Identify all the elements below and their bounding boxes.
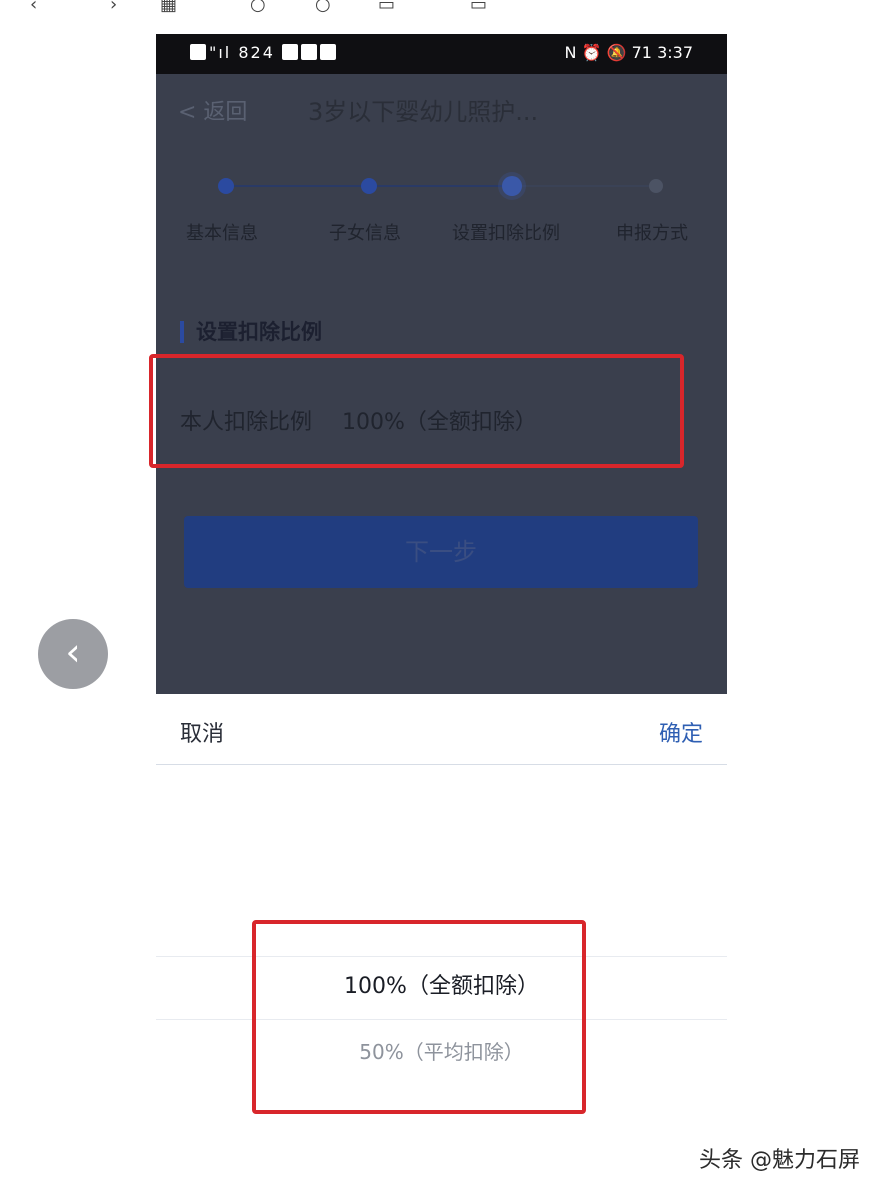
sheet-divider [156,764,727,765]
step-connector [226,185,368,187]
share-icon[interactable]: ▭ [470,0,487,15]
section-title: 设置扣除比例 [180,316,322,346]
step-dot-child-info [361,178,377,194]
app-icon [281,44,298,60]
highlight-box-ratio [149,354,684,468]
signal-text: "ıl 824 [209,43,275,62]
step-dot-filing-method [649,179,663,193]
status-right: N ⏰ 🔕 71 3:37 [565,43,693,62]
status-left: "ıl 824 [190,43,339,62]
highlight-box-picker [252,920,586,1114]
watermark: 头条 @魅力石屏 [699,1148,860,1173]
cancel-button[interactable]: 取消 [180,716,224,748]
back-link[interactable]: < 返回 [178,94,247,126]
app-header: < 返回 3岁以下婴幼儿照护... [156,74,727,142]
forward-arrow-icon[interactable]: › [110,0,117,15]
progress-steps: 基本信息 子女信息 设置扣除比例 申报方式 [156,164,727,254]
confirm-button[interactable]: 确定 [659,716,703,748]
step-dot-basic-info [218,178,234,194]
app2-icon [319,44,336,60]
document-icon[interactable]: ▭ [378,0,395,15]
next-step-button[interactable]: 下一步 [184,516,698,588]
step-label-set-ratio: 设置扣除比例 [452,223,560,244]
step-connector [510,185,656,187]
notify-icon [300,44,317,60]
step-label-basic-info: 基本信息 [186,223,258,244]
nfc-icon: N ⏰ 🔕 [564,43,627,62]
battery-level: 71 [631,43,652,62]
step-connector [368,185,510,187]
browser-toolbar-remnant: ‹ › ▦ ○ ○ ▭ ▭ [0,0,880,15]
clock: 3:37 [657,43,693,62]
zoom-icon[interactable]: ○ [315,0,331,15]
sim-icon [190,44,206,60]
section-title-text: 设置扣除比例 [196,320,322,344]
step-label-filing-method: 申报方式 [616,223,688,244]
step-dot-set-ratio [502,176,522,196]
chevron-left-icon[interactable]: ‹ [38,619,108,689]
search-icon[interactable]: ○ [250,0,266,15]
section-accent-bar [180,321,184,343]
page-title: 3岁以下婴幼儿照护... [308,98,539,126]
step-label-child-info: 子女信息 [329,223,401,244]
grid-icon[interactable]: ▦ [160,0,177,15]
status-bar: "ıl 824 N ⏰ 🔕 71 3:37 [156,34,727,74]
back-arrow-icon[interactable]: ‹ [30,0,37,15]
